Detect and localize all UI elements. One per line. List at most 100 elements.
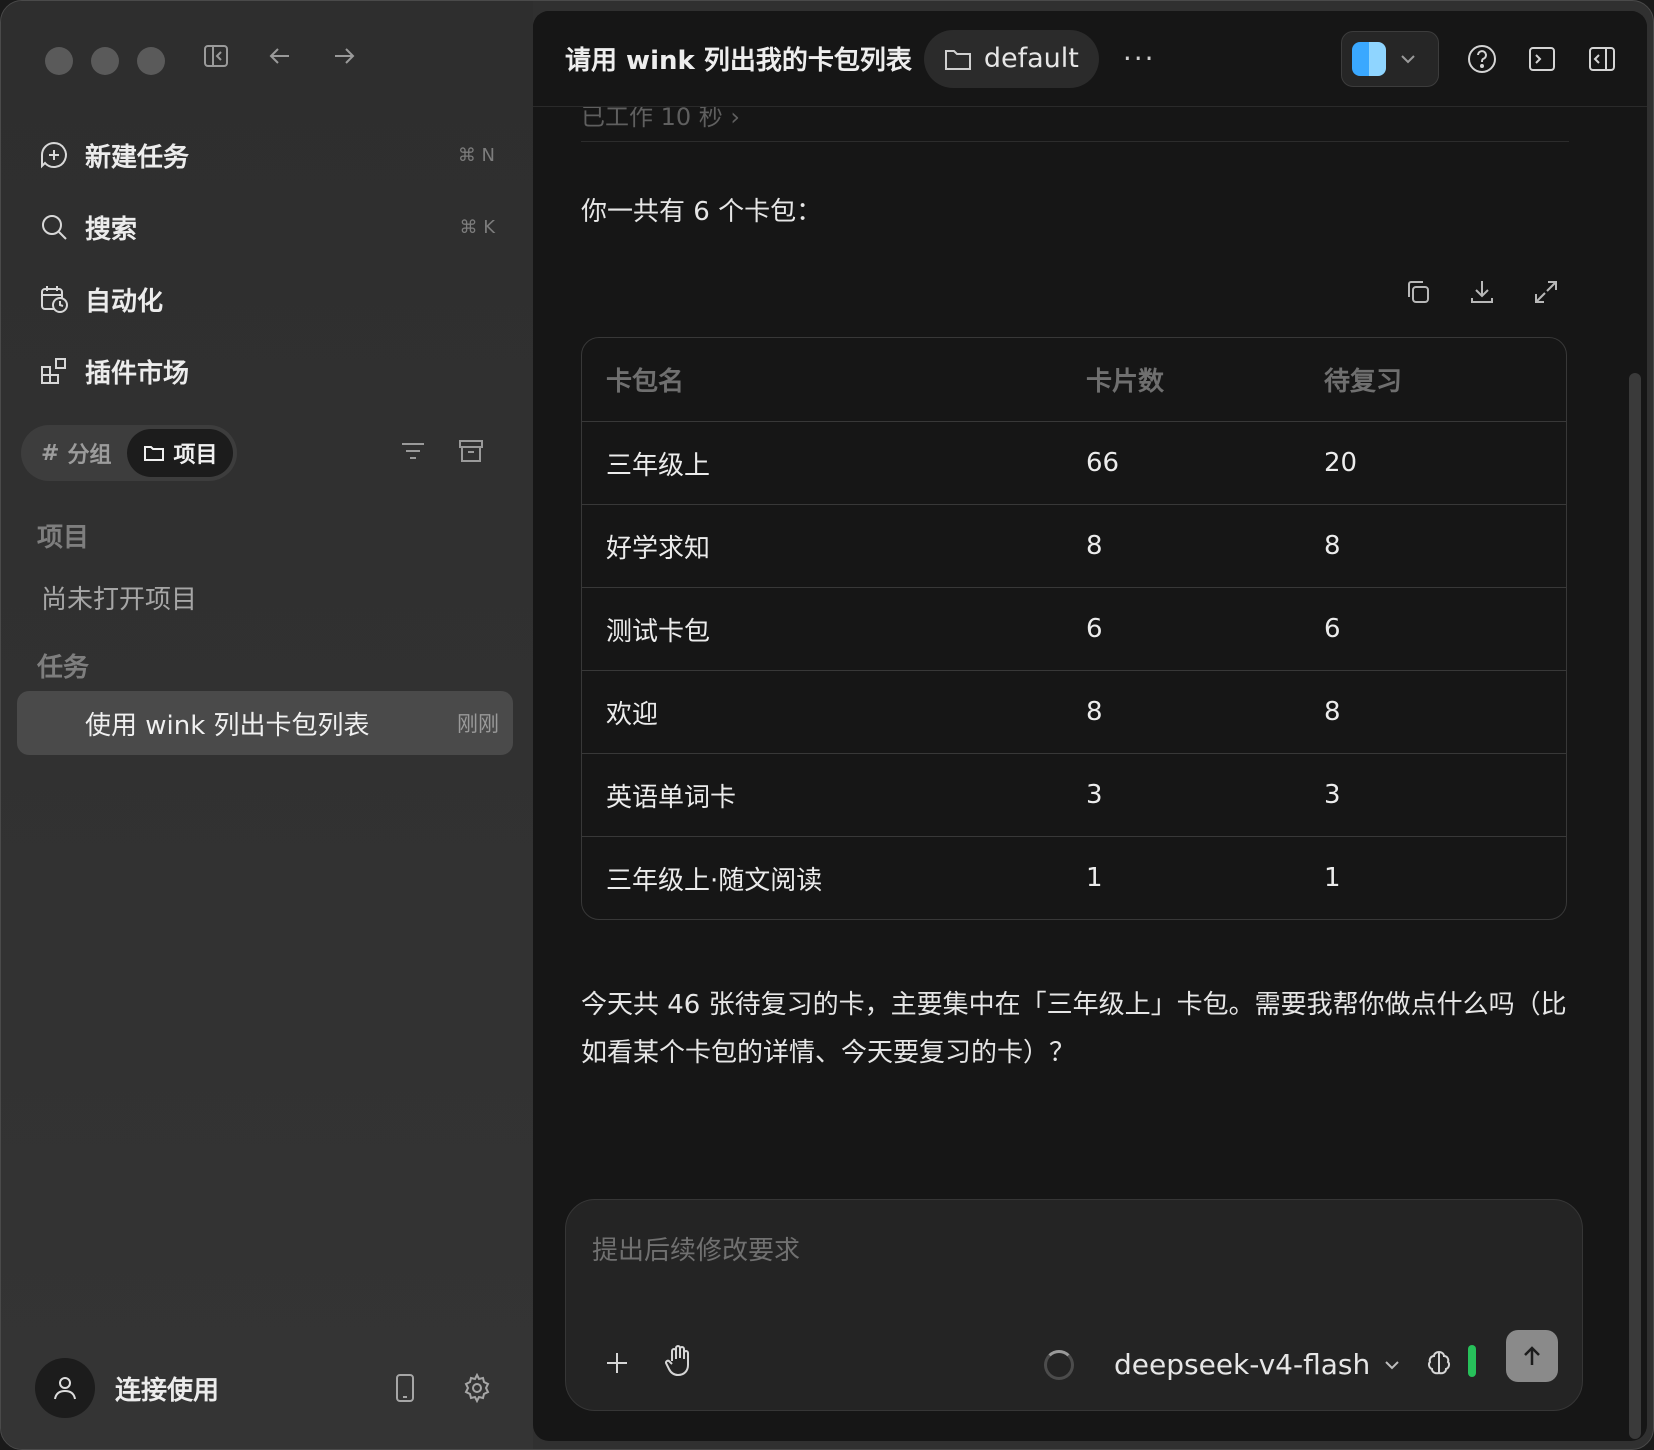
table-toolbar — [1403, 277, 1561, 307]
zoom-window-button[interactable] — [137, 47, 165, 75]
plugin-icon — [37, 354, 71, 388]
chevron-down-icon — [1385, 1360, 1399, 1369]
copy-icon[interactable] — [1403, 277, 1433, 307]
nav-plugin-market[interactable]: 插件市场 — [23, 335, 509, 407]
nav-search[interactable]: 搜索 ⌘ K — [23, 191, 509, 263]
table-cell: 1 — [1086, 863, 1103, 893]
model-name: deepseek-v4-flash — [1114, 1348, 1371, 1381]
assistant-intro: 你一共有 6 个卡包： — [581, 197, 823, 227]
table-cell: 测试卡包 — [606, 616, 711, 647]
segment-project[interactable]: 项目 — [127, 429, 234, 477]
segment-label: 项目 — [173, 443, 218, 468]
search-icon — [37, 210, 71, 244]
message-composer: 提出后续修改要求 deepseek-v4-flash — [565, 1199, 1583, 1411]
nav-label: 新建任务 — [85, 142, 190, 173]
hand-icon[interactable] — [662, 1344, 696, 1378]
table-cell: 66 — [1086, 448, 1120, 478]
tasks-section-title: 任务 — [37, 653, 90, 683]
hash-icon: # — [41, 440, 60, 466]
table-cell: 三年级上·随文阅读 — [606, 865, 823, 896]
context-meter — [1468, 1345, 1476, 1377]
shortcut-hint: ⌘ K — [459, 216, 495, 238]
nav-label: 搜索 — [85, 214, 138, 245]
sidebar-footer: 连接使用 — [35, 1357, 495, 1419]
nav-new-task[interactable]: 新建任务 ⌘ N — [23, 119, 509, 191]
help-icon[interactable] — [1465, 42, 1499, 76]
table-row: 三年级上 66 20 — [582, 421, 1566, 504]
column-header: 待复习 — [1324, 367, 1403, 397]
brain-icon[interactable] — [1422, 1346, 1456, 1380]
folder-icon — [144, 446, 165, 461]
conversation-title: 请用 wink 列出我的卡包列表 — [565, 46, 912, 76]
toggle-right-panel-icon[interactable] — [1585, 42, 1619, 76]
finder-icon — [1352, 42, 1386, 76]
segment-label: 分组 — [67, 443, 112, 468]
followup-input[interactable]: 提出后续修改要求 — [592, 1230, 800, 1267]
shortcut-hint: ⌘ N — [457, 144, 495, 166]
table-row: 英语单词卡 3 3 — [582, 753, 1566, 836]
filter-icon[interactable] — [399, 437, 427, 469]
table-cell: 三年级上 — [606, 450, 711, 481]
scrollbar[interactable] — [1629, 373, 1641, 1439]
table-row: 三年级上·随文阅读 1 1 — [582, 836, 1566, 919]
phone-icon[interactable] — [387, 1370, 423, 1406]
table-cell: 20 — [1324, 448, 1358, 478]
download-icon[interactable] — [1467, 277, 1497, 307]
table-cell: 3 — [1324, 780, 1341, 810]
table-cell: 3 — [1086, 780, 1103, 810]
table-cell: 8 — [1324, 697, 1341, 727]
more-options-icon[interactable]: ··· — [1123, 42, 1156, 75]
segmented-control: # 分组 项目 — [21, 425, 238, 481]
table-header-row: 卡包名 卡片数 待复习 — [582, 338, 1566, 421]
arrow-up-icon — [1524, 1346, 1540, 1365]
close-window-button[interactable] — [45, 47, 73, 75]
new-task-icon — [37, 138, 71, 172]
chevron-down-icon — [1401, 55, 1415, 64]
task-title: 使用 wink 列出卡包列表 — [85, 710, 370, 741]
calendar-clock-icon — [37, 282, 71, 316]
task-time: 刚刚 — [457, 712, 499, 736]
table-cell: 6 — [1086, 614, 1103, 644]
forward-arrow-icon[interactable] — [329, 41, 359, 71]
send-button[interactable] — [1506, 1330, 1558, 1382]
no-project-text: 尚未打开项目 — [41, 585, 198, 615]
folder-name: default — [983, 43, 1079, 74]
sidebar-nav: 新建任务 ⌘ N 搜索 ⌘ K 自动化 插件市场 — [23, 119, 509, 407]
table-cell: 8 — [1324, 531, 1341, 561]
sidebar: 新建任务 ⌘ N 搜索 ⌘ K 自动化 插件市场 # 分组 项目 项目 尚未打开… — [1, 1, 533, 1449]
segment-group[interactable]: # 分组 — [25, 429, 127, 477]
table-cell: 1 — [1324, 863, 1341, 893]
connect-label[interactable]: 连接使用 — [115, 1370, 351, 1407]
divider — [581, 141, 1569, 142]
table-cell: 欢迎 — [606, 699, 659, 730]
projects-section-title: 项目 — [37, 523, 90, 553]
avatar[interactable] — [35, 1358, 95, 1418]
window-controls — [45, 47, 165, 75]
column-header: 卡片数 — [1086, 367, 1165, 397]
settings-gear-icon[interactable] — [459, 1370, 495, 1406]
back-arrow-icon[interactable] — [265, 41, 295, 71]
table-cell: 8 — [1086, 531, 1103, 561]
nav-automation[interactable]: 自动化 — [23, 263, 509, 335]
chat-header: 请用 wink 列出我的卡包列表 default ··· — [533, 11, 1647, 107]
terminal-icon[interactable] — [1525, 42, 1559, 76]
folder-icon — [944, 49, 971, 70]
table-row: 测试卡包 6 6 — [582, 587, 1566, 670]
workspace-folder-chip[interactable]: default — [923, 29, 1099, 88]
table-cell: 好学求知 — [606, 533, 711, 564]
user-icon — [54, 1377, 76, 1400]
expand-icon[interactable] — [1531, 277, 1561, 307]
table-cell: 英语单词卡 — [606, 782, 737, 813]
sidebar-list-tools — [399, 437, 485, 469]
archive-icon[interactable] — [457, 437, 485, 469]
model-selector[interactable]: deepseek-v4-flash — [1114, 1348, 1402, 1381]
table-row: 好学求知 8 8 — [582, 504, 1566, 587]
sidebar-toolbar — [201, 41, 359, 71]
nav-label: 插件市场 — [85, 358, 190, 389]
task-list-item[interactable]: 使用 wink 列出卡包列表 刚刚 — [17, 691, 513, 755]
minimize-window-button[interactable] — [91, 47, 119, 75]
add-icon[interactable] — [600, 1346, 634, 1380]
app-picker[interactable] — [1341, 31, 1439, 87]
toggle-sidebar-icon[interactable] — [201, 41, 231, 71]
table-cell: 6 — [1324, 614, 1341, 644]
